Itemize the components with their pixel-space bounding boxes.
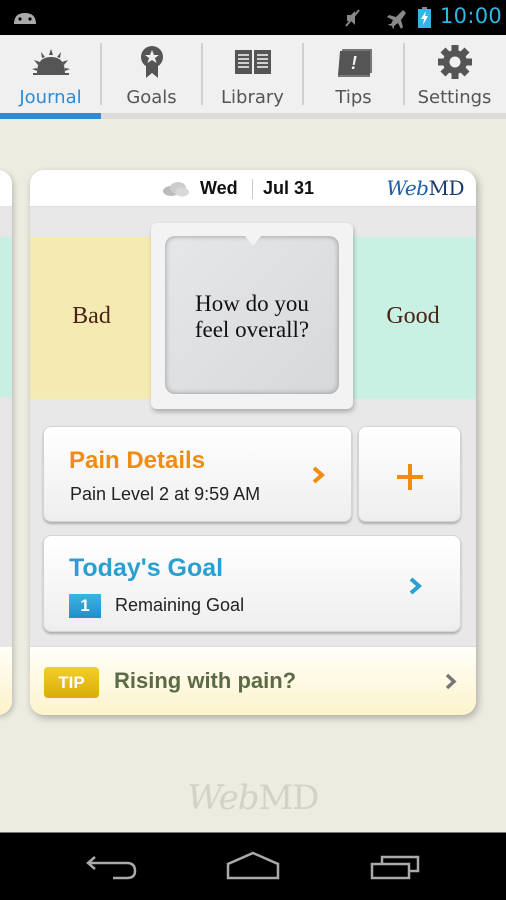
tip-text: Rising with pain? (114, 668, 297, 693)
mood-bad-option[interactable]: Bad (30, 237, 153, 399)
back-icon[interactable] (83, 851, 143, 885)
tab-label: Settings (417, 87, 492, 108)
plus-icon (397, 464, 423, 490)
gear-icon (437, 45, 472, 79)
tab-label: Tips (335, 87, 372, 108)
mute-icon (345, 9, 360, 27)
add-pain-entry-button[interactable] (358, 426, 461, 522)
svg-text:!: ! (351, 53, 357, 73)
tip-row[interactable]: TIP Rising with pain? (30, 646, 476, 715)
card-header: Wed Jul 31 WebMD (30, 170, 476, 207)
mood-good-option[interactable]: Good (350, 237, 476, 399)
chevron-right-icon (409, 577, 422, 595)
home-icon[interactable] (223, 851, 283, 885)
tab-label: Journal (19, 87, 82, 108)
mood-question: How do you feel overall? (194, 291, 310, 342)
sunrise-icon (31, 49, 70, 75)
tab-indicator-track (0, 113, 506, 119)
mood-slider-window[interactable]: How do you feel overall? (165, 236, 339, 394)
todays-goal-title: Today's Goal (69, 554, 224, 582)
date-divider (252, 179, 253, 199)
navigation-bar (0, 832, 506, 900)
tab-journal[interactable]: Journal (0, 35, 101, 114)
date: Jul 31 (263, 178, 315, 198)
recent-apps-icon[interactable] (368, 851, 428, 885)
tab-label: Library (221, 87, 284, 108)
android-icon (14, 13, 36, 24)
clock: 10:00 (440, 4, 503, 28)
tab-tips[interactable]: ! Tips (303, 35, 404, 114)
open-book-icon (234, 50, 271, 74)
remaining-goal-label: Remaining Goal (115, 595, 245, 615)
airplane-mode-icon (387, 10, 406, 29)
remaining-goal-count: 1 (69, 594, 101, 618)
day-of-week: Wed (200, 178, 238, 198)
active-tab-indicator (0, 113, 101, 119)
todays-goal-button[interactable]: Today's Goal 1 Remaining Goal (43, 535, 461, 632)
chevron-right-icon (312, 466, 325, 484)
previous-day-card[interactable] (0, 170, 12, 715)
status-bar: 10:00 (0, 0, 506, 35)
pain-level-summary: Pain Level 2 at 9:59 AM (70, 484, 261, 504)
pain-details-title: Pain Details (69, 447, 206, 474)
mood-picker[interactable]: How do you feel overall? (151, 223, 353, 409)
journal-day-card: Wed Jul 31 WebMD Bad Good How do you fee… (30, 170, 476, 715)
webmd-logo: WebMD (386, 176, 464, 200)
cloudy-icon (163, 182, 189, 197)
tab-label: Goals (126, 87, 177, 108)
tab-bar: Journal Goals Library ! Tips Settings (0, 35, 506, 114)
award-ribbon-icon (140, 46, 163, 78)
tab-goals[interactable]: Goals (101, 35, 202, 114)
chevron-right-icon (445, 673, 457, 690)
tip-badge: TIP (44, 667, 99, 698)
mood-good-label: Good (386, 303, 440, 329)
mood-pointer (245, 236, 261, 246)
battery-charging-icon (418, 7, 431, 28)
mood-bad-label: Bad (72, 303, 111, 329)
footer-webmd-logo: WebMD (187, 778, 319, 818)
tab-settings[interactable]: Settings (404, 35, 505, 114)
tab-library[interactable]: Library (202, 35, 303, 114)
tip-exclamation-icon: ! (337, 49, 372, 77)
pain-details-button[interactable]: Pain Details Pain Level 2 at 9:59 AM (43, 426, 352, 522)
